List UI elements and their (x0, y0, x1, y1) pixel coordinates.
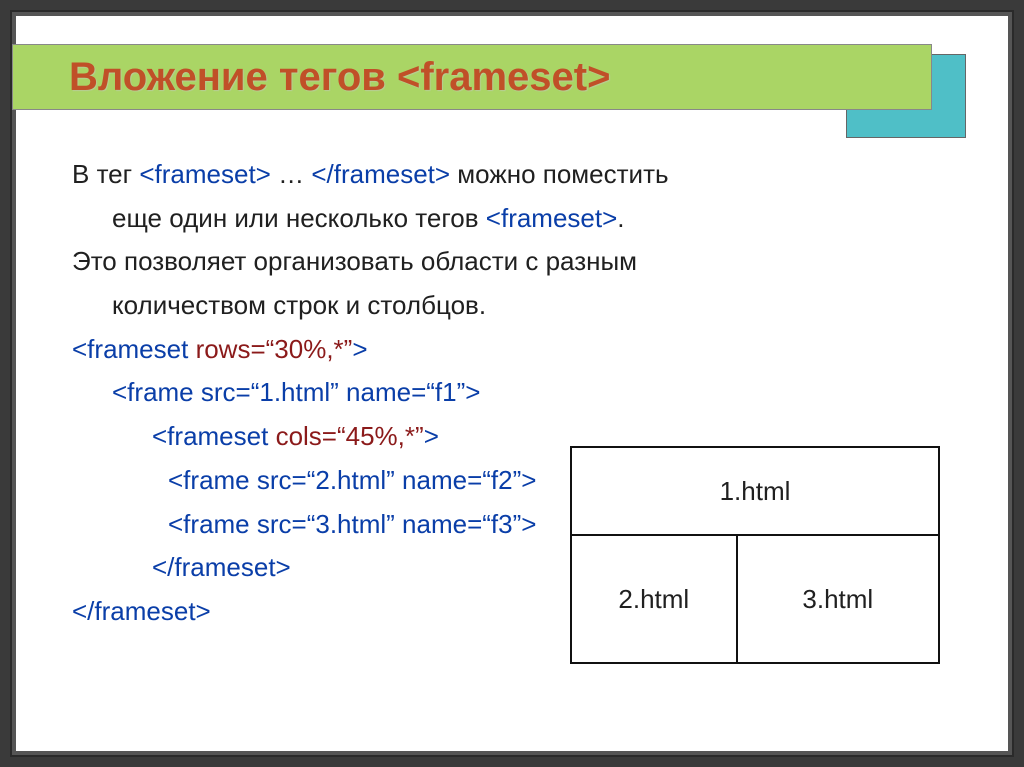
paragraph-1-line-1: В тег <frameset> … </frameset> можно пом… (72, 156, 952, 194)
tag-close-bracket: > (424, 421, 439, 451)
attr-cols: cols=“45%,*” (276, 421, 424, 451)
tag-open: <frameset (152, 421, 276, 451)
diagram-right-cell: 3.html (737, 535, 939, 663)
diagram-top-cell: 1.html (571, 447, 939, 535)
code-line-2: <frame src=“1.html” name=“f1”> (72, 374, 952, 412)
tag-frameset-open: <frameset> (139, 159, 271, 189)
tag-close-bracket: > (352, 334, 367, 364)
text: В тег (72, 159, 139, 189)
tag-open: <frameset (72, 334, 196, 364)
code-line-1: <frameset rows=“30%,*”> (72, 331, 952, 369)
title-bar: Вложение тегов <frameset> (12, 44, 932, 110)
text: … (271, 159, 311, 189)
slide: Вложение тегов <frameset> В тег <framese… (12, 12, 1012, 755)
paragraph-2-line-1: Это позволяет организовать области с раз… (72, 243, 952, 281)
paragraph-1-line-2: еще один или несколько тегов <frameset>. (72, 200, 952, 238)
diagram-left-cell: 2.html (571, 535, 737, 663)
frameset-diagram: 1.html 2.html 3.html (570, 446, 940, 664)
text: . (617, 203, 624, 233)
paragraph-2-line-2: количеством строк и столбцов. (72, 287, 952, 325)
attr-rows: rows=“30%,*” (196, 334, 353, 364)
slide-title: Вложение тегов <frameset> (69, 55, 610, 100)
text: можно поместить (450, 159, 668, 189)
text: еще один или несколько тегов (112, 203, 486, 233)
tag-frameset-close: </frameset> (311, 159, 450, 189)
tag-frameset: <frameset> (486, 203, 618, 233)
